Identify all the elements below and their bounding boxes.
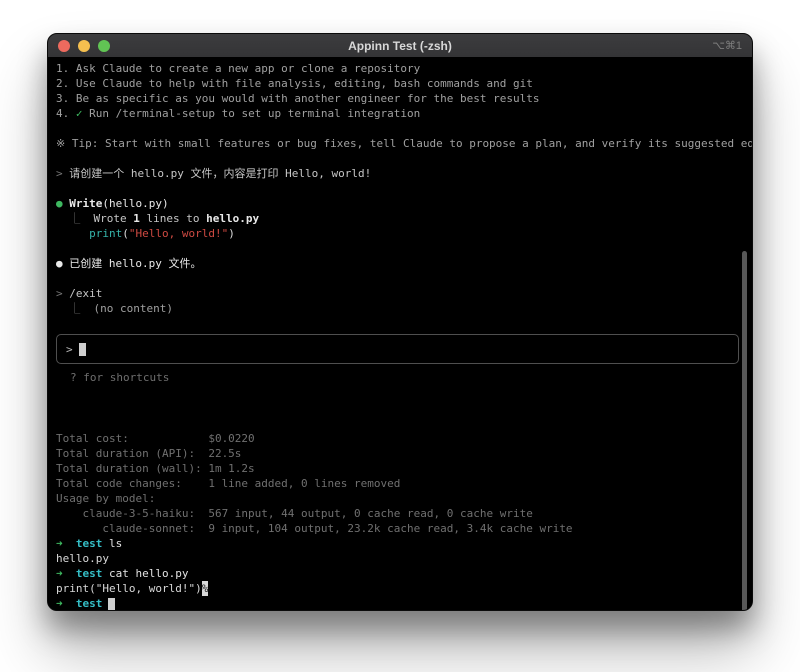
session-stats: Total cost: $0.0220 Total duration (API)… — [56, 431, 742, 536]
stat-total-cost: Total cost: $0.0220 — [56, 431, 742, 446]
close-button[interactable] — [58, 40, 70, 52]
minimize-button[interactable] — [78, 40, 90, 52]
stat-code-changes: Total code changes: 1 line added, 0 line… — [56, 476, 742, 491]
tool-result-line: ⎿ Wrote 1 lines to hello.py — [56, 211, 742, 226]
shell-prompt-active[interactable]: ➜ test — [56, 596, 742, 611]
input-prompt-marker: > — [66, 342, 73, 357]
terminal-window: Appinn Test (-zsh) ⌥⌘1 1. Ask Claude to … — [47, 33, 753, 611]
tool-bullet-icon: ● — [56, 197, 69, 210]
result-connector-icon: ⎿ — [56, 302, 94, 315]
onboarding-item-3: 3. Be as specific as you would with anot… — [56, 91, 742, 106]
ls-output: hello.py — [56, 551, 742, 566]
tip-line: ※ Tip: Start with small features or bug … — [56, 136, 742, 151]
exit-command-line: > /exit — [56, 286, 742, 301]
stat-usage-haiku: claude-3-5-haiku: 567 input, 44 output, … — [56, 506, 742, 521]
cat-output: print("Hello, world!")% — [56, 581, 742, 596]
zsh-arrow-icon: ➜ — [56, 567, 76, 580]
prompt-marker: > — [56, 167, 69, 180]
zsh-arrow-icon: ➜ — [56, 537, 76, 550]
onboarding-item-2: 2. Use Claude to help with file analysis… — [56, 76, 742, 91]
prompt-marker: > — [56, 287, 69, 300]
stat-usage-sonnet: claude-sonnet: 9 input, 104 output, 23.2… — [56, 521, 742, 536]
onboarding-item-4: 4. ✓ Run /terminal-setup to set up termi… — [56, 106, 742, 121]
onboarding-item-1: 1. Ask Claude to create a new app or clo… — [56, 61, 742, 76]
terminal-content[interactable]: 1. Ask Claude to create a new app or clo… — [48, 59, 752, 610]
zoom-button[interactable] — [98, 40, 110, 52]
stat-duration-api: Total duration (API): 22.5s — [56, 446, 742, 461]
window-shortcut-badge: ⌥⌘1 — [712, 34, 742, 58]
stat-duration-wall: Total duration (wall): 1m 1.2s — [56, 461, 742, 476]
shell-cursor — [108, 598, 115, 611]
user-message: > 请创建一个 hello.py 文件，内容是打印 Hello, world! — [56, 166, 742, 181]
title-bar[interactable]: Appinn Test (-zsh) ⌥⌘1 — [48, 34, 752, 58]
scrollbar[interactable] — [742, 251, 747, 611]
assistant-reply: ● 已创建 hello.py 文件。 — [56, 256, 742, 271]
window-controls — [58, 40, 110, 52]
shell-prompt-ls: ➜ test ls — [56, 536, 742, 551]
shell-prompt-cat: ➜ test cat hello.py — [56, 566, 742, 581]
text-cursor — [79, 343, 86, 356]
assistant-bullet-icon: ● — [56, 257, 69, 270]
tool-call-line: ● Write(hello.py) — [56, 196, 742, 211]
claude-input-box[interactable]: > — [56, 334, 739, 364]
check-icon: ✓ — [76, 107, 83, 120]
zsh-arrow-icon: ➜ — [56, 597, 76, 610]
result-connector-icon: ⎿ — [56, 212, 94, 225]
exit-result-line: ⎿ (no content) — [56, 301, 742, 316]
shortcuts-hint: ? for shortcuts — [56, 370, 742, 385]
zsh-eol-marker: % — [202, 581, 209, 596]
window-title: Appinn Test (-zsh) — [48, 39, 752, 53]
code-line: print("Hello, world!") — [56, 226, 742, 241]
stat-usage-header: Usage by model: — [56, 491, 742, 506]
